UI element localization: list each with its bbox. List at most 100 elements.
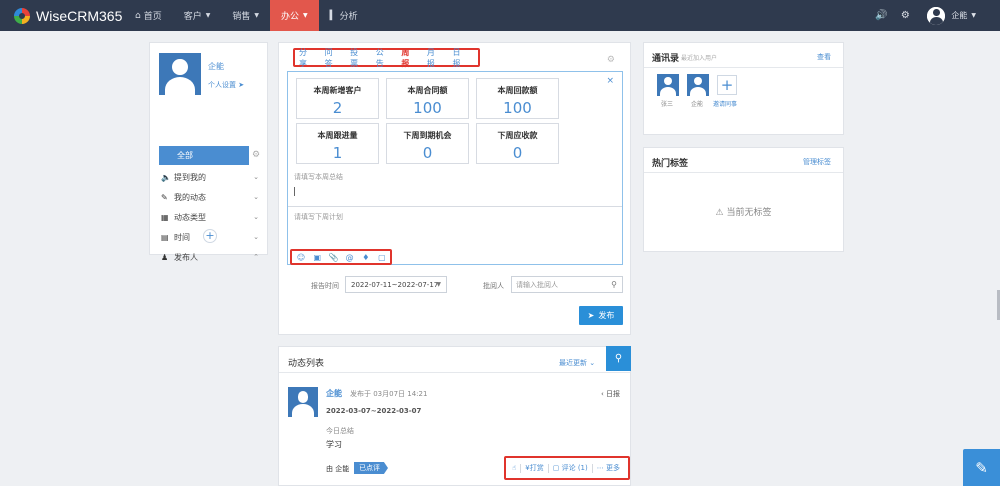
chevron-down-icon: ⌄: [589, 359, 596, 367]
manage-tags-link[interactable]: 管理标签: [803, 157, 831, 167]
volume-icon[interactable]: 🔊: [869, 10, 893, 21]
nav-office[interactable]: 办公 ▼: [270, 0, 319, 31]
tag-icon[interactable]: ♦: [358, 253, 374, 262]
more-icon: ⋯: [596, 464, 604, 472]
comment-icon[interactable]: ▢: [374, 253, 390, 262]
reviewer-placeholder: 请输入批阅人: [516, 280, 558, 289]
contact-name: 企能: [691, 101, 704, 108]
comment-label: 评论 (1): [561, 464, 588, 472]
post-time: 发布于 03月07日 14:21: [350, 390, 428, 398]
feed-sort-dropdown[interactable]: 最近更新 ⌄: [559, 358, 595, 368]
filter-activity-type[interactable]: ▦ 动态类型 ⌄: [161, 208, 259, 226]
invite-button[interactable]: +: [717, 75, 737, 95]
attachment-icon[interactable]: 📎: [325, 253, 341, 262]
tags-empty-state: ⚠ 当前无标签: [644, 205, 843, 218]
post-actions: ☝ ¥打赏 ▢ 评论 (1) ⋯ 更多: [504, 456, 630, 480]
invite-label[interactable]: 邀请同事: [713, 99, 737, 108]
left-panel: 企能 个人设置 ➤ 全部 ⚙ 🔈 提到我的 ⌄ ✎ 我的动态 ⌄ ▦ 动态类型 …: [149, 42, 268, 262]
reviewer-input[interactable]: 请输入批阅人 ⚲: [511, 276, 623, 293]
search-icon[interactable]: ⚲: [611, 280, 617, 289]
filter-my-activity[interactable]: ✎ 我的动态 ⌄: [161, 188, 259, 206]
nav-customer[interactable]: 客户 ▼: [173, 0, 222, 31]
tab-daily-report[interactable]: 日报: [452, 47, 466, 69]
logo-text: WiseCRM365: [36, 7, 123, 24]
arrow-right-circle-icon: ➤: [238, 81, 245, 89]
tab-share[interactable]: 分享: [299, 47, 313, 69]
chevron-up-icon: ⌃: [253, 253, 259, 261]
pencil-icon: ✎: [161, 192, 168, 202]
chevron-down-icon: ⌄: [253, 233, 259, 241]
tab-monthly-report[interactable]: 月报: [427, 47, 441, 69]
tab-qa[interactable]: 问答: [325, 47, 339, 69]
at-mention-icon[interactable]: @: [342, 253, 358, 262]
divider: [591, 463, 593, 473]
contacts-subtitle: 最近加入用户: [681, 55, 718, 62]
like-icon[interactable]: ☝: [512, 464, 516, 472]
tab-vote[interactable]: 投票: [350, 47, 364, 69]
stat-label: 本周回款额: [497, 86, 538, 95]
chevron-down-icon: ⌄: [253, 173, 259, 181]
reviewed-badge: 已点评: [354, 462, 388, 474]
publish-button[interactable]: ➤ 发布: [579, 306, 623, 325]
post-avatar[interactable]: [288, 387, 318, 417]
divider: [288, 206, 622, 207]
user-menu[interactable]: 企能 ▼: [927, 6, 976, 25]
nav-customer-label: 客户: [183, 12, 202, 22]
post-type-link[interactable]: ‹ 日报: [601, 389, 620, 399]
feed-panel: 动态列表 最近更新 ⌄ ⚲ 企能 发布于 03月07日 14:21 ‹ 日报 2…: [278, 346, 631, 486]
contacts-view-link[interactable]: 查看: [817, 52, 831, 62]
tab-announcement[interactable]: 公告: [376, 47, 390, 69]
profile-name[interactable]: 企能: [208, 61, 224, 72]
nav-office-label: 办公: [281, 12, 300, 22]
stat-value: 0: [422, 144, 433, 162]
post-author[interactable]: 企能: [326, 388, 342, 399]
contact-avatar[interactable]: [657, 74, 679, 96]
gear-icon[interactable]: ⚙: [252, 150, 260, 160]
contact-name: 张三: [661, 101, 674, 108]
nav-sales-label: 销售: [232, 12, 251, 22]
tags-panel: 热门标签 管理标签 ⚠ 当前无标签: [643, 147, 844, 252]
report-time-select[interactable]: 2022-07-11~2022-07-17 ▼: [345, 276, 447, 293]
reviewer-label: 批阅人: [483, 282, 504, 290]
image-icon[interactable]: ▣: [309, 253, 325, 262]
filter-publisher[interactable]: ♟ 发布人 ⌃: [161, 248, 259, 266]
composer-tabs: 分享 问答 投票 公告 周报 月报 日报: [293, 47, 480, 69]
feed-search-button[interactable]: ⚲: [606, 346, 631, 371]
next-week-plan-input[interactable]: 请填写下周计划: [294, 212, 343, 222]
floating-edit-button[interactable]: ✎: [963, 449, 1000, 486]
nav-analysis[interactable]: ▍ 分析: [319, 0, 369, 31]
stat-contract-amount: 本周合同额 100: [386, 78, 469, 119]
bar-chart-icon: ▍: [329, 10, 337, 21]
gear-icon[interactable]: ⚙: [893, 10, 917, 21]
caret-down-icon: ▼: [971, 12, 976, 19]
profile-settings-link[interactable]: 个人设置 ➤: [208, 80, 244, 90]
tab-weekly-report[interactable]: 周报: [401, 47, 415, 69]
profile-avatar[interactable]: [159, 53, 201, 95]
stat-value: 2: [332, 99, 343, 117]
stat-label: 本周合同额: [407, 86, 448, 95]
chevron-down-icon: ⌄: [253, 213, 259, 221]
weekly-summary-input[interactable]: 请填写本周总结: [294, 172, 343, 182]
post-by: 由 企能: [326, 465, 350, 473]
post-summary: 学习: [326, 440, 342, 449]
nav-sales[interactable]: 销售 ▼: [221, 0, 270, 31]
add-publisher-button[interactable]: +: [203, 229, 217, 243]
more-button[interactable]: ⋯ 更多: [597, 463, 620, 473]
filter-label: 发布人: [174, 252, 198, 262]
user-name: 企能: [951, 11, 968, 20]
filter-mentions[interactable]: 🔈 提到我的 ⌄: [161, 168, 259, 186]
close-icon[interactable]: ×: [606, 76, 614, 86]
reward-button[interactable]: ¥打赏: [525, 463, 543, 473]
gear-icon[interactable]: ⚙: [607, 55, 615, 65]
comment-button[interactable]: ▢ 评论 (1): [553, 463, 588, 473]
filter-all[interactable]: 全部: [159, 146, 249, 165]
emoji-icon[interactable]: ☺: [293, 253, 309, 262]
nav-home[interactable]: ⌂ 首页: [124, 0, 173, 31]
send-icon: ➤: [587, 311, 595, 320]
logo[interactable]: WiseCRM365: [0, 6, 124, 26]
filter-label: 动态类型: [174, 212, 206, 222]
calendar-icon: ▤: [161, 232, 169, 242]
contact-avatar[interactable]: [687, 74, 709, 96]
contacts-title: 通讯录: [652, 54, 680, 64]
post-summary-label: 今日总结: [326, 427, 354, 435]
